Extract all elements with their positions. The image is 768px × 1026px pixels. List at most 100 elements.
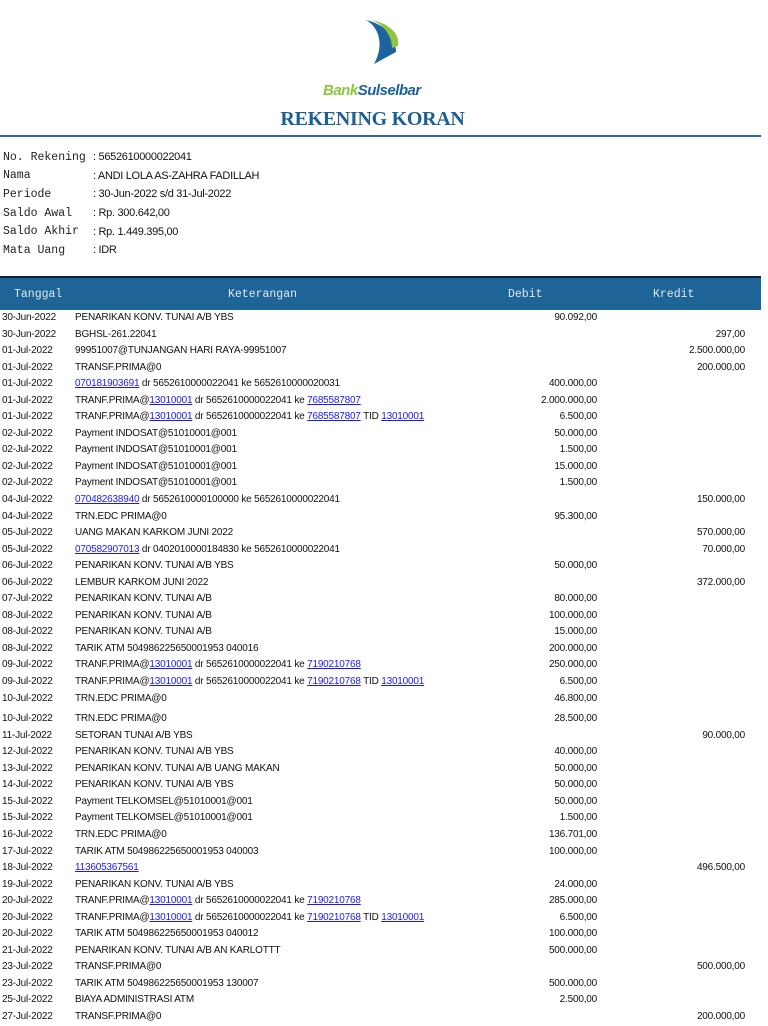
- description-text: 99951007@TUNJANGAN HARI RAYA-99951007: [75, 345, 287, 357]
- reference-link[interactable]: 13010001: [381, 912, 424, 923]
- description-text: PENARIKAN KONV. TUNAI A/B UANG MAKAN: [75, 762, 280, 774]
- col-header-desc: Keterangan: [228, 288, 298, 301]
- cell-date: 09-Jul-2022: [2, 659, 53, 671]
- cell-description: LEMBUR KARKOM JUNI 2022: [75, 575, 208, 592]
- logo-text-bank: Bank: [323, 82, 358, 99]
- cell-debit: 1.500,00: [559, 477, 598, 489]
- cell-description: TRN.EDC PRIMA@0: [75, 691, 167, 708]
- account-field-text: 30-Jun-2022 s/d 31-Jul-2022: [98, 188, 232, 201]
- cell-kredit: 150.000,00: [696, 494, 745, 506]
- cell-description: TRN.EDC PRIMA@0: [75, 509, 167, 526]
- cell-debit: 1.500,00: [559, 444, 598, 456]
- account-info: No. Rekening: 5652610000022041 Nama: ANDI…: [3, 148, 259, 260]
- description-text: TRANSF.PRIMA@0: [75, 361, 162, 373]
- account-field-text: IDR: [98, 244, 117, 257]
- cell-description: Payment TELKOMSEL@51010001@001: [75, 810, 253, 827]
- account-field: Nama: ANDI LOLA AS-ZAHRA FADILLAH: [3, 167, 259, 186]
- cell-description: Payment INDOSAT@51010001@001: [75, 459, 237, 476]
- table-row: 13-Jul-2022 PENARIKAN KONV. TUNAI A/B UAN…: [0, 761, 761, 778]
- description-text: PENARIKAN KONV. TUNAI A/B AN KARLOTTT: [75, 944, 281, 956]
- table-row: 27-Jul-2022 TRANSF.PRIMA@0 200.000,00: [0, 1009, 761, 1026]
- cell-date: 10-Jul-2022: [2, 692, 53, 704]
- cell-description: TRANF.PRIMA@13010001 dr 5652610000022041…: [75, 409, 424, 426]
- reference-link[interactable]: 070482638940: [75, 494, 140, 505]
- account-field-value: : 30-Jun-2022 s/d 31-Jul-2022: [93, 188, 232, 201]
- reference-link[interactable]: 13010001: [149, 676, 192, 687]
- table-row: 01-Jul-2022 TRANSF.PRIMA@0 200.000,00: [0, 360, 761, 377]
- cell-debit: 80.000,00: [554, 593, 597, 605]
- cell-debit: 500.000,00: [548, 977, 597, 989]
- table-row: 12-Jul-2022 PENARIKAN KONV. TUNAI A/B YBS…: [0, 744, 761, 761]
- reference-link[interactable]: 7685587807: [307, 411, 361, 422]
- cell-debit: 136.701,00: [548, 828, 597, 840]
- description-text: TID: [360, 411, 382, 423]
- table-row: 30-Jun-2022 BGHSL-261.22041 297,00: [0, 327, 761, 344]
- cell-debit: 40.000,00: [554, 746, 597, 758]
- description-text: PENARIKAN KONV. TUNAI A/B YBS: [75, 560, 234, 572]
- table-row: 01-Jul-2022 070181903691 dr 5652610000022…: [0, 376, 761, 393]
- cell-date: 09-Jul-2022: [2, 676, 53, 688]
- table-row: 09-Jul-2022 TRANF.PRIMA@13010001 dr 56526…: [0, 674, 761, 691]
- reference-link[interactable]: 13010001: [149, 411, 192, 422]
- reference-link[interactable]: 070582907013: [75, 544, 140, 555]
- reference-link[interactable]: 13010001: [149, 895, 192, 906]
- description-text: TRANF.PRIMA@: [75, 911, 150, 923]
- table-row: 20-Jul-2022 TARIK ATM 504986225650001953 …: [0, 926, 761, 943]
- account-field-text: 5652610000022041: [98, 151, 192, 164]
- reference-link[interactable]: 7190210768: [307, 676, 361, 687]
- cell-description: TRN.EDC PRIMA@0: [75, 827, 167, 844]
- cell-kredit: 297,00: [715, 328, 746, 340]
- cell-debit: 100.000,00: [548, 928, 597, 940]
- table-row: 05-Jul-2022 070582907013 dr 0402010000184…: [0, 542, 761, 559]
- cell-date: 05-Jul-2022: [2, 527, 53, 539]
- table-row: 18-Jul-2022 113605367561 496.500,00: [0, 860, 761, 877]
- cell-description: BGHSL-261.22041: [75, 327, 157, 344]
- description-text: Payment INDOSAT@51010001@001: [75, 477, 237, 489]
- reference-link[interactable]: 13010001: [381, 411, 424, 422]
- account-field-text: Rp. 1.449.395,00: [98, 225, 179, 238]
- cell-date: 25-Jul-2022: [2, 994, 53, 1006]
- cell-date: 08-Jul-2022: [2, 642, 53, 654]
- description-text: PENARIKAN KONV. TUNAI A/B: [75, 593, 212, 605]
- cell-date: 08-Jul-2022: [2, 626, 53, 638]
- cell-description: TRN.EDC PRIMA@0: [75, 711, 167, 728]
- reference-link[interactable]: 7190210768: [307, 895, 361, 906]
- cell-kredit: 496.500,00: [696, 862, 745, 874]
- account-field-label: Nama: [3, 169, 31, 183]
- cell-date: 30-Jun-2022: [2, 328, 56, 340]
- cell-date: 16-Jul-2022: [2, 828, 53, 840]
- description-text: Payment INDOSAT@51010001@001: [75, 427, 237, 439]
- cell-debit: 50.000,00: [554, 762, 597, 774]
- cell-date: 01-Jul-2022: [2, 378, 53, 390]
- reference-link[interactable]: 7190210768: [307, 659, 361, 670]
- cell-date: 01-Jul-2022: [2, 394, 53, 406]
- table-row: 20-Jul-2022 TRANF.PRIMA@13010001 dr 56526…: [0, 910, 761, 927]
- description-text: PENARIKAN KONV. TUNAI A/B: [75, 626, 212, 638]
- table-row: 23-Jul-2022 TRANSF.PRIMA@0 500.000,00: [0, 959, 761, 976]
- cell-date: 10-Jul-2022: [2, 713, 53, 725]
- reference-link[interactable]: 113605367561: [75, 862, 139, 873]
- cell-description: PENARIKAN KONV. TUNAI A/B YBS: [75, 877, 234, 894]
- cell-description: 070482638940 dr 5652610000100000 ke 5652…: [75, 492, 340, 509]
- cell-description: TRANSF.PRIMA@0: [75, 360, 161, 377]
- description-text: PENARIKAN KONV. TUNAI A/B: [75, 609, 212, 621]
- reference-link[interactable]: 13010001: [381, 676, 424, 687]
- reference-link[interactable]: 070181903691: [75, 378, 140, 389]
- table-row: 01-Jul-2022 99951007@TUNJANGAN HARI RAYA-…: [0, 343, 761, 360]
- reference-link[interactable]: 13010001: [149, 395, 192, 406]
- cell-date: 04-Jul-2022: [2, 494, 53, 506]
- cell-kredit: 90.000,00: [702, 729, 745, 741]
- description-text: SETORAN TUNAI A/B YBS: [75, 729, 193, 741]
- cell-kredit: 500.000,00: [696, 961, 745, 973]
- reference-link[interactable]: 13010001: [149, 912, 192, 923]
- reference-link[interactable]: 7190210768: [307, 912, 361, 923]
- cell-description: PENARIKAN KONV. TUNAI A/B YBS: [75, 558, 234, 575]
- title-divider: [0, 135, 761, 137]
- reference-link[interactable]: 7685587807: [307, 395, 361, 406]
- reference-link[interactable]: 13010001: [149, 659, 192, 670]
- description-text: PENARIKAN KONV. TUNAI A/B YBS: [75, 312, 234, 323]
- cell-debit: 200.000,00: [548, 642, 597, 654]
- description-text: PENARIKAN KONV. TUNAI A/B YBS: [75, 779, 234, 791]
- cell-description: PENARIKAN KONV. TUNAI A/B YBS: [75, 777, 234, 794]
- account-field-text: ANDI LOLA AS-ZAHRA FADILLAH: [97, 169, 260, 182]
